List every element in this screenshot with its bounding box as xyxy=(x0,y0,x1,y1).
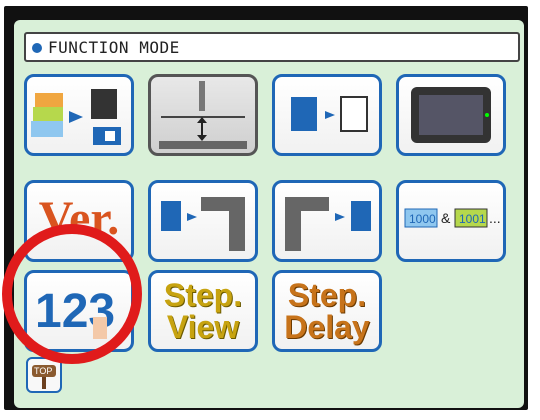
title-bar: FUNCTION MODE xyxy=(24,32,520,62)
step-delay-button[interactable]: Step. Delay xyxy=(272,270,382,352)
step-view-label-2: View xyxy=(166,309,240,345)
pattern-number-button[interactable]: 1000 & 1001 ... xyxy=(396,180,506,262)
step-view-button[interactable]: Step. View xyxy=(148,270,258,352)
top-home-icon: TOP xyxy=(32,365,56,389)
lcd-setting-button[interactable] xyxy=(396,74,506,156)
top-label: TOP xyxy=(34,366,52,376)
pattern-num-2: 1001 xyxy=(459,212,486,226)
needle-height-icon xyxy=(159,81,247,149)
pattern-number-icon: 1000 & 1001 ... xyxy=(404,208,501,228)
machine-to-usb-icon xyxy=(285,197,371,251)
ellipsis-label: ... xyxy=(489,210,501,226)
step-delay-label-1: Step. xyxy=(287,277,367,313)
step-delay-label-2: Delay xyxy=(284,309,370,345)
lcd-panel-icon xyxy=(411,87,491,143)
pattern-to-memory-icon xyxy=(31,89,121,145)
usb-to-machine-icon xyxy=(161,197,245,251)
highlight-circle xyxy=(2,224,142,364)
copy-memory-button[interactable] xyxy=(272,74,382,156)
usb-to-machine-button[interactable] xyxy=(148,180,258,262)
copy-memory-icon xyxy=(291,96,368,132)
page-title: FUNCTION MODE xyxy=(48,38,180,57)
machine-to-usb-button[interactable] xyxy=(272,180,382,262)
pattern-to-memory-button[interactable] xyxy=(24,74,134,156)
step-view-label-1: Step. xyxy=(163,277,243,313)
needle-height-button[interactable] xyxy=(148,74,258,156)
pattern-num-1: 1000 xyxy=(409,212,436,226)
title-dot-icon xyxy=(32,43,42,53)
amp-label: & xyxy=(441,210,451,226)
